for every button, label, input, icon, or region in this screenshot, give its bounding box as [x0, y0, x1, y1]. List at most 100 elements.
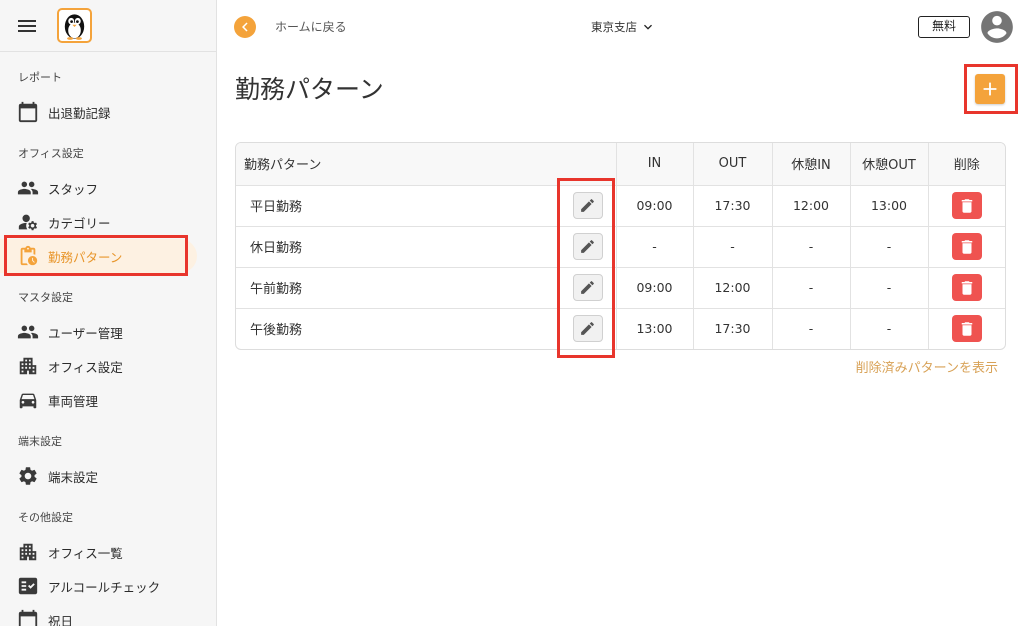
out-time-cell: 17:30 — [693, 308, 773, 349]
show-deleted-patterns-link[interactable]: 削除済みパターンを表示 — [856, 360, 998, 378]
sidebar-item-label: スタッフ — [48, 181, 99, 197]
fact-check-icon — [17, 575, 39, 597]
account-circle-icon — [978, 8, 1016, 46]
pattern-name-cell: 午後勤務 — [236, 308, 617, 349]
sidebar-item-attendance-records[interactable]: 出退勤記録 — [0, 95, 216, 129]
app-logo[interactable] — [57, 8, 92, 43]
sidebar-item-label: アルコールチェック — [48, 579, 161, 595]
menu-button[interactable] — [15, 14, 39, 38]
sidebar-item-label: カテゴリー — [48, 215, 111, 231]
chevron-down-icon — [640, 19, 656, 35]
sidebar-item-label: 勤務パターン — [48, 249, 123, 265]
nav-section-title: レポート — [18, 71, 62, 84]
pattern-name: 休日勤務 — [250, 241, 303, 256]
pattern-name-wrapper: 午後勤務 — [236, 315, 616, 343]
edit-pattern-button[interactable] — [572, 315, 603, 343]
sidebar-item-user-management[interactable]: ユーザー管理 — [0, 315, 216, 349]
delete-pattern-button[interactable] — [951, 192, 982, 219]
sidebar-item-holidays[interactable]: 祝日 — [0, 603, 216, 626]
sidebar-item-staff[interactable]: スタッフ — [0, 171, 216, 205]
nav-section-other-settings: その他設定 オフィス一覧 アルコールチェック 祝日 — [0, 501, 216, 626]
calendar-icon — [17, 609, 39, 626]
gear-icon — [17, 465, 39, 487]
sidebar-header — [0, 0, 216, 52]
column-header-delete: 削除 — [928, 143, 1005, 186]
table-header-row: 勤務パターン IN OUT 休憩IN 休憩OUT 削除 — [236, 143, 1005, 186]
in-time-cell: 09:00 — [616, 267, 694, 309]
sidebar-item-category[interactable]: カテゴリー — [0, 205, 216, 239]
delete-pattern-button[interactable] — [951, 233, 982, 260]
avatar[interactable] — [978, 8, 1016, 46]
people-icon — [17, 321, 39, 343]
sidebar-item-device-settings[interactable]: 端末設定 — [0, 459, 216, 493]
apartment-icon — [17, 355, 39, 377]
plan-badge[interactable]: 無料 — [918, 16, 970, 38]
trash-icon — [958, 279, 976, 297]
back-button[interactable] — [234, 16, 256, 38]
pattern-name-wrapper: 午前勤務 — [236, 274, 616, 301]
delete-cell — [928, 226, 1005, 268]
pattern-name-wrapper: 平日勤務 — [236, 192, 616, 219]
sidebar-item-office-settings[interactable]: オフィス設定 — [0, 349, 216, 383]
in-time-cell: - — [616, 226, 694, 268]
hamburger-menu-icon — [15, 14, 39, 38]
delete-cell — [928, 267, 1005, 309]
break-out-cell: - — [850, 267, 929, 309]
delete-pattern-button[interactable] — [951, 315, 982, 343]
plus-icon — [979, 78, 1001, 100]
branch-label: 東京支店 — [591, 20, 637, 34]
out-time-cell: 17:30 — [693, 185, 773, 227]
sidebar-item-vehicle-management[interactable]: 車両管理 — [0, 383, 216, 417]
sidebar-item-alcohol-check[interactable]: アルコールチェック — [0, 569, 216, 603]
pattern-name-cell: 午前勤務 — [236, 267, 617, 309]
edit-pattern-button[interactable] — [572, 274, 603, 301]
sidebar-item-work-pattern[interactable]: 勤務パターン — [0, 239, 197, 273]
table-row: 平日勤務 09:00 17:30 12:00 13:00 — [236, 185, 1005, 227]
nav-section-device-settings: 端末設定 端末設定 — [0, 425, 216, 493]
sidebar-item-label: 車両管理 — [48, 393, 99, 409]
manage-accounts-icon — [17, 211, 39, 233]
nav-section-report: レポート 出退勤記録 — [0, 61, 216, 129]
sidebar-item-office-list[interactable]: オフィス一覧 — [0, 535, 216, 569]
pencil-icon — [579, 320, 596, 337]
column-header-break-out: 休憩OUT — [850, 143, 929, 186]
calendar-icon — [17, 101, 39, 123]
apartment-icon — [17, 541, 39, 563]
add-pattern-button[interactable] — [975, 74, 1005, 104]
chevron-left-icon — [236, 18, 254, 36]
work-pattern-table: 勤務パターン IN OUT 休憩IN 休憩OUT 削除 平日勤務 09:00 1… — [235, 142, 1006, 350]
nav-section-title: 端末設定 — [18, 435, 62, 448]
nav-section-title: その他設定 — [18, 511, 73, 524]
out-time-cell: 12:00 — [693, 267, 773, 309]
delete-cell — [928, 185, 1005, 227]
edit-pattern-button[interactable] — [572, 233, 603, 260]
nav-section-title: マスタ設定 — [18, 291, 73, 304]
break-out-cell: 13:00 — [850, 185, 929, 227]
table-row: 午後勤務 13:00 17:30 - - — [236, 308, 1005, 349]
delete-cell — [928, 308, 1005, 349]
nav-section-title: オフィス設定 — [18, 147, 84, 160]
sidebar-item-label: 端末設定 — [48, 469, 99, 485]
sidebar-item-label: 出退勤記録 — [48, 105, 111, 121]
back-to-home-link[interactable]: ホームに戻る — [275, 18, 347, 36]
break-in-cell: - — [772, 267, 851, 309]
trash-icon — [958, 238, 976, 256]
delete-pattern-button[interactable] — [951, 274, 982, 301]
pencil-icon — [579, 279, 596, 296]
pattern-name-wrapper: 休日勤務 — [236, 233, 616, 260]
pending-actions-icon — [17, 245, 39, 267]
edit-pattern-button[interactable] — [572, 192, 603, 219]
sidebar: レポート 出退勤記録 オフィス設定 スタッフ カテゴリー 勤務パターン マスタ設… — [0, 0, 217, 626]
sidebar-nav: レポート 出退勤記録 オフィス設定 スタッフ カテゴリー 勤務パターン マスタ設… — [0, 52, 216, 626]
trash-icon — [958, 197, 976, 215]
nav-section-master-settings: マスタ設定 ユーザー管理 オフィス設定 車両管理 — [0, 281, 216, 417]
sidebar-item-label: ユーザー管理 — [48, 325, 123, 341]
pencil-icon — [579, 238, 596, 255]
trash-icon — [958, 320, 976, 338]
break-in-cell: 12:00 — [772, 185, 851, 227]
pattern-name-cell: 平日勤務 — [236, 185, 617, 227]
table-row: 休日勤務 - - - - — [236, 226, 1005, 268]
column-header-out: OUT — [693, 143, 773, 186]
car-icon — [17, 389, 39, 411]
branch-selector[interactable]: 東京支店 — [591, 18, 656, 36]
